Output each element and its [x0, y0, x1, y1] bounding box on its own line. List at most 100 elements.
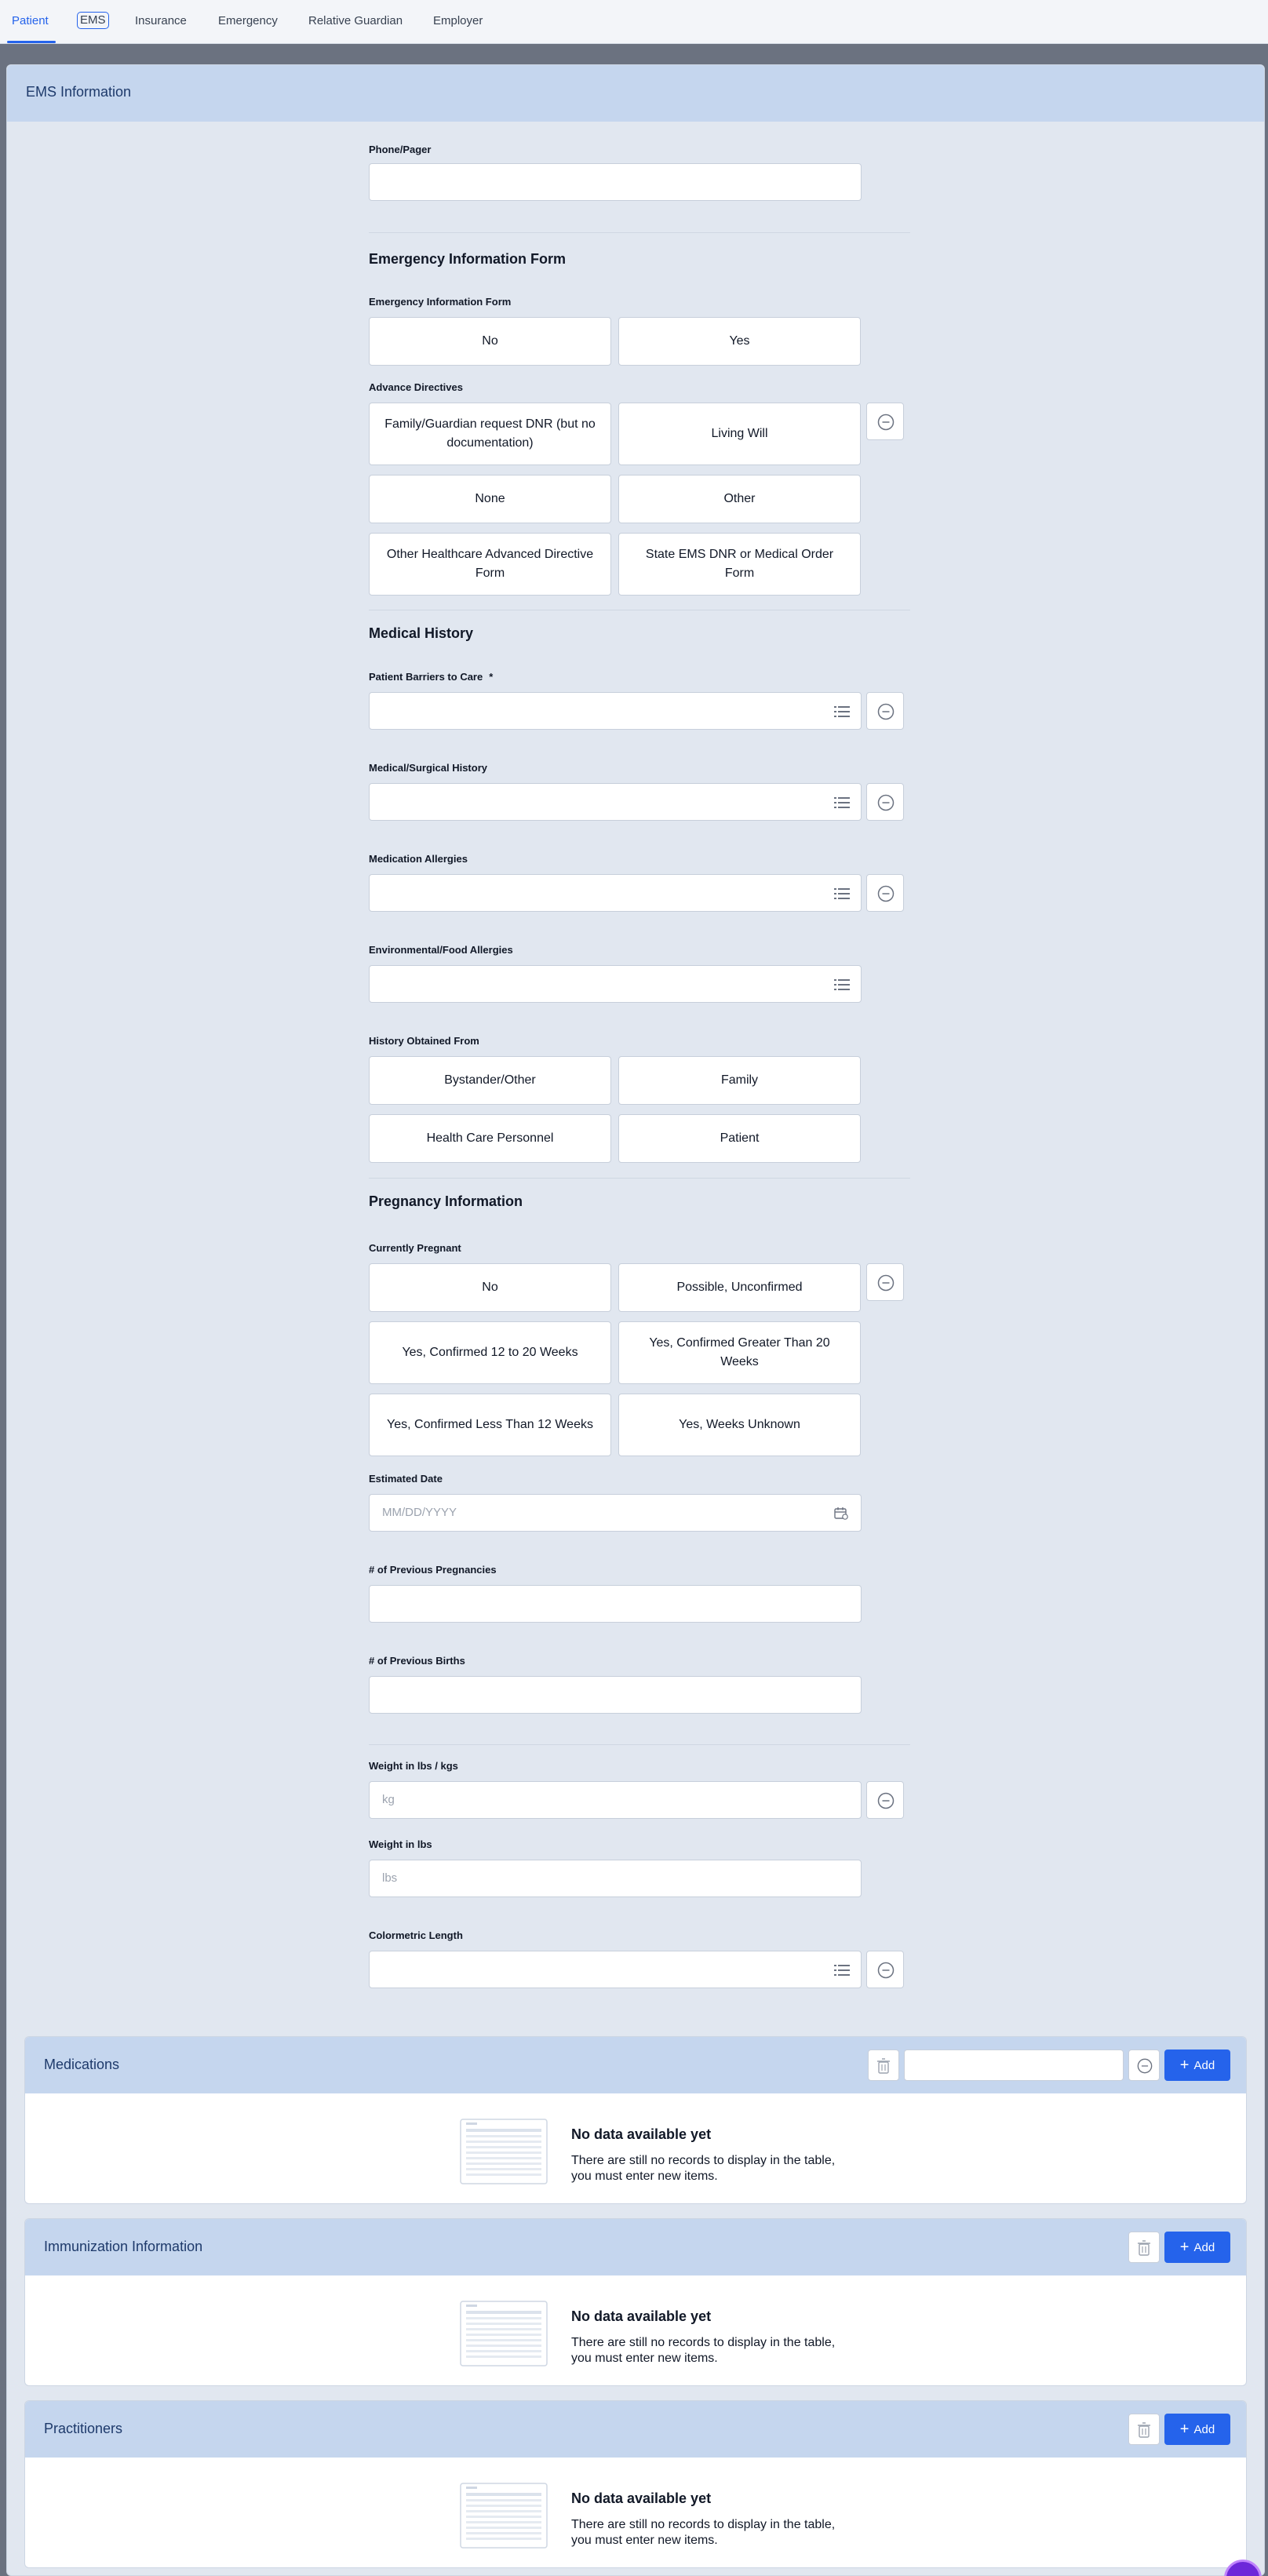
estimated-date-input[interactable]: MM/DD/YYYY	[369, 1494, 862, 1532]
pregnant-option-unknown[interactable]: Yes, Weeks Unknown	[618, 1394, 861, 1456]
estimated-date-placeholder: MM/DD/YYYY	[382, 1506, 457, 1519]
divider	[369, 1744, 910, 1745]
surgical-history-select[interactable]	[369, 783, 862, 821]
minus-circle-icon	[877, 1274, 895, 1292]
pregnant-option-possible[interactable]: Possible, Unconfirmed	[618, 1263, 861, 1312]
clear-colormetric-button[interactable]	[866, 1951, 904, 1988]
advance-option-state-ems-dnr[interactable]: State EMS DNR or Medical Order Form	[618, 533, 861, 596]
plus-icon: +	[1179, 2057, 1190, 2074]
pregnant-option-12-20[interactable]: Yes, Confirmed 12 to 20 Weeks	[369, 1321, 611, 1384]
panel-title: Medications	[44, 2057, 120, 2072]
pregnant-option-gt-20[interactable]: Yes, Confirmed Greater Than 20 Weeks	[618, 1321, 861, 1384]
tab-relative-guardian[interactable]: Relative Guardian	[308, 13, 403, 29]
obtained-option-bystander[interactable]: Bystander/Other	[369, 1056, 611, 1105]
weight-lbs-input[interactable]: lbs	[369, 1860, 862, 1897]
advance-option-none[interactable]: None	[369, 475, 611, 523]
minus-circle-icon	[877, 1792, 895, 1809]
list-icon	[834, 1965, 850, 1976]
pregnant-option-no[interactable]: No	[369, 1263, 611, 1312]
colormetric-select[interactable]	[369, 1951, 862, 1988]
eif-option-yes[interactable]: Yes	[618, 317, 861, 366]
empty-title: No data available yet	[571, 2490, 712, 2506]
ems-information-card: EMS Information Phone/Pager Emergency In…	[6, 64, 1265, 2576]
prev-births-input[interactable]	[369, 1676, 862, 1714]
advance-option-dnr-request[interactable]: Family/Guardian request DNR (but no docu…	[369, 403, 611, 465]
clear-barriers-button[interactable]	[866, 692, 904, 730]
required-mark: *	[489, 671, 494, 683]
minus-circle-icon	[1137, 2058, 1153, 2074]
weight-kg-input[interactable]: kg	[369, 1781, 862, 1819]
eif-option-no[interactable]: No	[369, 317, 611, 366]
add-practitioner-button[interactable]: + Add	[1164, 2414, 1230, 2445]
phone-label: Phone/Pager	[369, 144, 432, 155]
list-icon	[834, 706, 850, 717]
prev-pregnancies-label: # of Previous Pregnancies	[369, 1564, 497, 1576]
clear-filter-button[interactable]	[1128, 2050, 1160, 2081]
pregnant-option-lt-12[interactable]: Yes, Confirmed Less Than 12 Weeks	[369, 1394, 611, 1456]
advance-option-other-healthcare[interactable]: Other Healthcare Advanced Directive Form	[369, 533, 611, 596]
card-header: EMS Information	[7, 65, 1264, 122]
barriers-label: Patient Barriers to Care *	[369, 671, 493, 683]
env-allergies-label: Environmental/Food Allergies	[369, 944, 513, 956]
delete-button[interactable]	[1128, 2232, 1160, 2263]
list-icon	[834, 979, 850, 990]
panel-header: Medications + Add	[25, 2037, 1246, 2093]
minus-circle-icon	[877, 885, 895, 902]
add-medication-button[interactable]: + Add	[1164, 2050, 1230, 2081]
trash-icon	[877, 2058, 890, 2074]
add-immunization-button[interactable]: + Add	[1164, 2232, 1230, 2263]
eif-section-title: Emergency Information Form	[369, 251, 567, 267]
advance-option-living-will[interactable]: Living Will	[618, 403, 861, 465]
tab-emergency[interactable]: Emergency	[218, 13, 278, 29]
medication-allergies-select[interactable]	[369, 874, 862, 912]
weight-lbs-label: Weight in lbs	[369, 1838, 432, 1850]
prev-births-label: # of Previous Births	[369, 1655, 465, 1667]
empty-table-illustration	[460, 2301, 548, 2366]
colormetric-label: Colormetric Length	[369, 1929, 463, 1941]
delete-button[interactable]	[1128, 2414, 1160, 2445]
plus-icon: +	[1179, 2421, 1190, 2438]
env-allergies-select[interactable]	[369, 965, 862, 1003]
clear-allergies-button[interactable]	[866, 874, 904, 912]
obtained-option-personnel[interactable]: Health Care Personnel	[369, 1114, 611, 1163]
divider	[369, 232, 910, 233]
advance-directives-label: Advance Directives	[369, 381, 463, 393]
panel-header: Immunization Information + Add	[25, 2219, 1246, 2275]
empty-description: There are still no records to display in…	[571, 2336, 836, 2365]
clear-pregnant-button[interactable]	[866, 1263, 904, 1301]
minus-circle-icon	[877, 414, 895, 431]
tab-insurance[interactable]: Insurance	[135, 13, 187, 29]
header-strip	[0, 45, 1268, 64]
medications-filter-input[interactable]	[904, 2050, 1124, 2081]
medications-panel: Medications + Add No data available yet T…	[24, 2036, 1247, 2204]
clear-weight-button[interactable]	[866, 1781, 904, 1819]
list-icon	[834, 888, 850, 899]
prev-pregnancies-input[interactable]	[369, 1585, 862, 1623]
list-icon	[834, 797, 850, 808]
add-label: Add	[1193, 2422, 1215, 2436]
active-tab-indicator	[7, 41, 56, 43]
tab-employer[interactable]: Employer	[433, 13, 483, 29]
tab-ems[interactable]: EMS	[77, 12, 109, 29]
weight-kg-placeholder: kg	[382, 1793, 395, 1806]
obtained-option-family[interactable]: Family	[618, 1056, 861, 1105]
add-label: Add	[1193, 2240, 1215, 2254]
barriers-select[interactable]	[369, 692, 862, 730]
minus-circle-icon	[877, 794, 895, 811]
trash-icon	[1138, 2422, 1150, 2438]
clear-advance-button[interactable]	[866, 403, 904, 440]
eif-label: Emergency Information Form	[369, 296, 512, 308]
currently-pregnant-label: Currently Pregnant	[369, 1242, 461, 1254]
advance-option-other[interactable]: Other	[618, 475, 861, 523]
empty-title: No data available yet	[571, 2126, 712, 2142]
obtained-option-patient[interactable]: Patient	[618, 1114, 861, 1163]
card-title: EMS Information	[26, 84, 132, 100]
tab-patient[interactable]: Patient	[12, 13, 49, 29]
add-label: Add	[1193, 2058, 1215, 2072]
clear-surgical-button[interactable]	[866, 783, 904, 821]
medical-history-title: Medical History	[369, 625, 474, 641]
practitioners-panel: Practitioners + Add No data available yet…	[24, 2400, 1247, 2568]
delete-button[interactable]	[868, 2050, 899, 2081]
phone-input[interactable]	[369, 163, 862, 201]
divider	[369, 1178, 910, 1179]
